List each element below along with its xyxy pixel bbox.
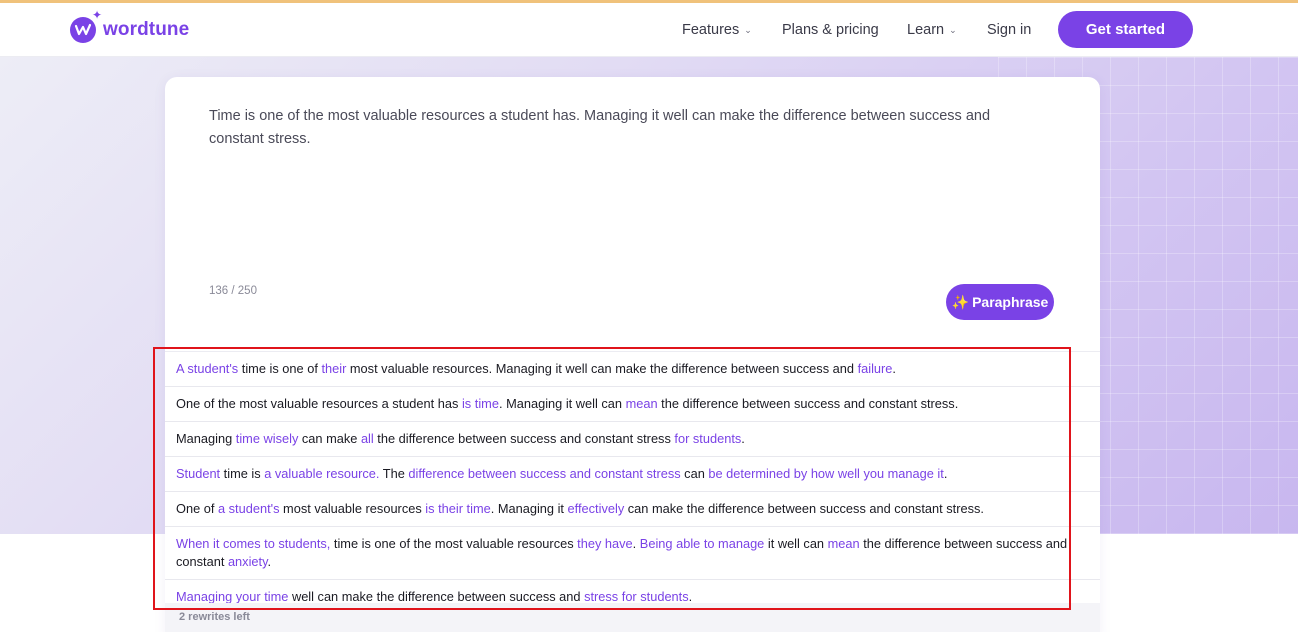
sparkle-icon: ✦ [91, 8, 102, 22]
paraphrase-button[interactable]: ✨ Paraphrase [946, 284, 1054, 320]
sparkle-icon: ✨ [951, 293, 970, 310]
rewrite-changed-text: a valuable resource. [264, 466, 380, 481]
rewrite-changed-text: a student's [217, 501, 280, 516]
chevron-down-icon: ⌄ [744, 25, 752, 35]
rewrite-changed-text: failure [857, 361, 893, 376]
paraphrase-input[interactable]: Time is one of the most valuable resourc… [209, 105, 1029, 151]
rewrite-text: time is one of the most valuable resourc… [330, 536, 578, 551]
rewrite-suggestion[interactable]: When it comes to students, time is one o… [165, 527, 1100, 580]
rewrite-text: One of [176, 501, 218, 516]
rewrite-text: . [943, 466, 948, 481]
rewrite-changed-text: stress for students [584, 589, 689, 604]
rewrite-changed-text: anxiety [227, 554, 268, 569]
rewrite-text: . Managing it well can [498, 396, 626, 411]
rewrite-text: can make the difference between success … [624, 501, 984, 516]
rewrite-changed-text: effectively [567, 501, 625, 516]
paraphraser-card: Time is one of the most valuable resourc… [165, 77, 1100, 632]
rewrite-changed-text: Student [176, 466, 221, 481]
rewrite-text: time is [220, 466, 265, 481]
rewrite-suggestion[interactable]: One of the most valuable resources a stu… [165, 387, 1100, 422]
wordtune-logo-icon: ✦ [70, 9, 102, 43]
rewrite-suggestion[interactable]: Managing time wisely can make all the di… [165, 422, 1100, 457]
rewrite-text: . [892, 361, 896, 376]
rewrite-text: most valuable resources. Managing it wel… [346, 361, 858, 376]
rewrites-footer: 2 rewrites left [165, 603, 1100, 632]
rewrite-changed-text: is their time [425, 501, 491, 516]
rewrite-changed-text: they have [577, 536, 633, 551]
brand-name: wordtune [103, 19, 190, 40]
nav-sign-in[interactable]: Sign in [987, 22, 1031, 38]
rewrite-suggestion[interactable]: One of a student's most valuable resourc… [165, 492, 1100, 527]
rewrite-changed-text: mean [827, 536, 860, 551]
rewrite-text: time is one of [238, 361, 322, 376]
rewrite-changed-text: mean [625, 396, 658, 411]
nav-plans-pricing[interactable]: Plans & pricing [782, 22, 879, 38]
chevron-down-icon: ⌄ [949, 25, 957, 35]
rewrite-text: . [741, 431, 745, 446]
rewrite-text: most valuable resources [279, 501, 426, 516]
rewrite-changed-text: When it comes to students, [176, 536, 331, 551]
rewrite-changed-text: Being able to manage [639, 536, 765, 551]
rewrite-text: the difference between success and const… [373, 431, 675, 446]
nav-learn[interactable]: Learn ⌄ [907, 22, 957, 38]
rewrite-text: . Managing it [490, 501, 568, 516]
rewrite-text: the difference between success and const… [657, 396, 959, 411]
rewrite-changed-text: difference between success and constant … [408, 466, 681, 481]
rewrite-changed-text: time wisely [235, 431, 299, 446]
rewrite-suggestions-list: A student's time is one of their most va… [165, 351, 1100, 615]
rewrite-text: One of the most valuable resources a stu… [176, 396, 462, 411]
rewrite-text: The [379, 466, 409, 481]
get-started-button[interactable]: Get started [1058, 11, 1193, 48]
paraphrase-button-label: Paraphrase [972, 294, 1049, 310]
navbar: ✦ wordtune Features ⌄ Plans & pricing Lea… [0, 3, 1298, 57]
rewrite-text: it well can [764, 536, 828, 551]
rewrite-text: well can make the difference between suc… [288, 589, 585, 604]
rewrite-text: . [632, 536, 640, 551]
rewrite-changed-text: be determined by how well you manage it [708, 466, 944, 481]
rewrite-changed-text: A student's [176, 361, 239, 376]
character-counter: 136 / 250 [209, 285, 257, 297]
rewrite-text: . [688, 589, 693, 604]
brand-logo[interactable]: ✦ wordtune [70, 9, 190, 47]
rewrite-text: Managing [176, 431, 236, 446]
rewrite-text: . [267, 554, 272, 569]
rewrite-changed-text: their [321, 361, 347, 376]
nav-learn-label: Learn [907, 22, 945, 38]
nav-features[interactable]: Features ⌄ [682, 22, 752, 38]
rewrite-changed-text: all [360, 431, 374, 446]
nav-features-label: Features [682, 22, 740, 38]
rewrite-changed-text: for students [674, 431, 742, 446]
rewrite-changed-text: Managing your time [176, 589, 289, 604]
rewrite-suggestion[interactable]: Student time is a valuable resource. The… [165, 457, 1100, 492]
rewrite-text: can make [298, 431, 361, 446]
rewrite-text: can [680, 466, 709, 481]
rewrites-left-count: 2 rewrites left [179, 611, 250, 623]
rewrite-changed-text: is time [461, 396, 499, 411]
rewrite-suggestion[interactable]: A student's time is one of their most va… [165, 352, 1100, 387]
